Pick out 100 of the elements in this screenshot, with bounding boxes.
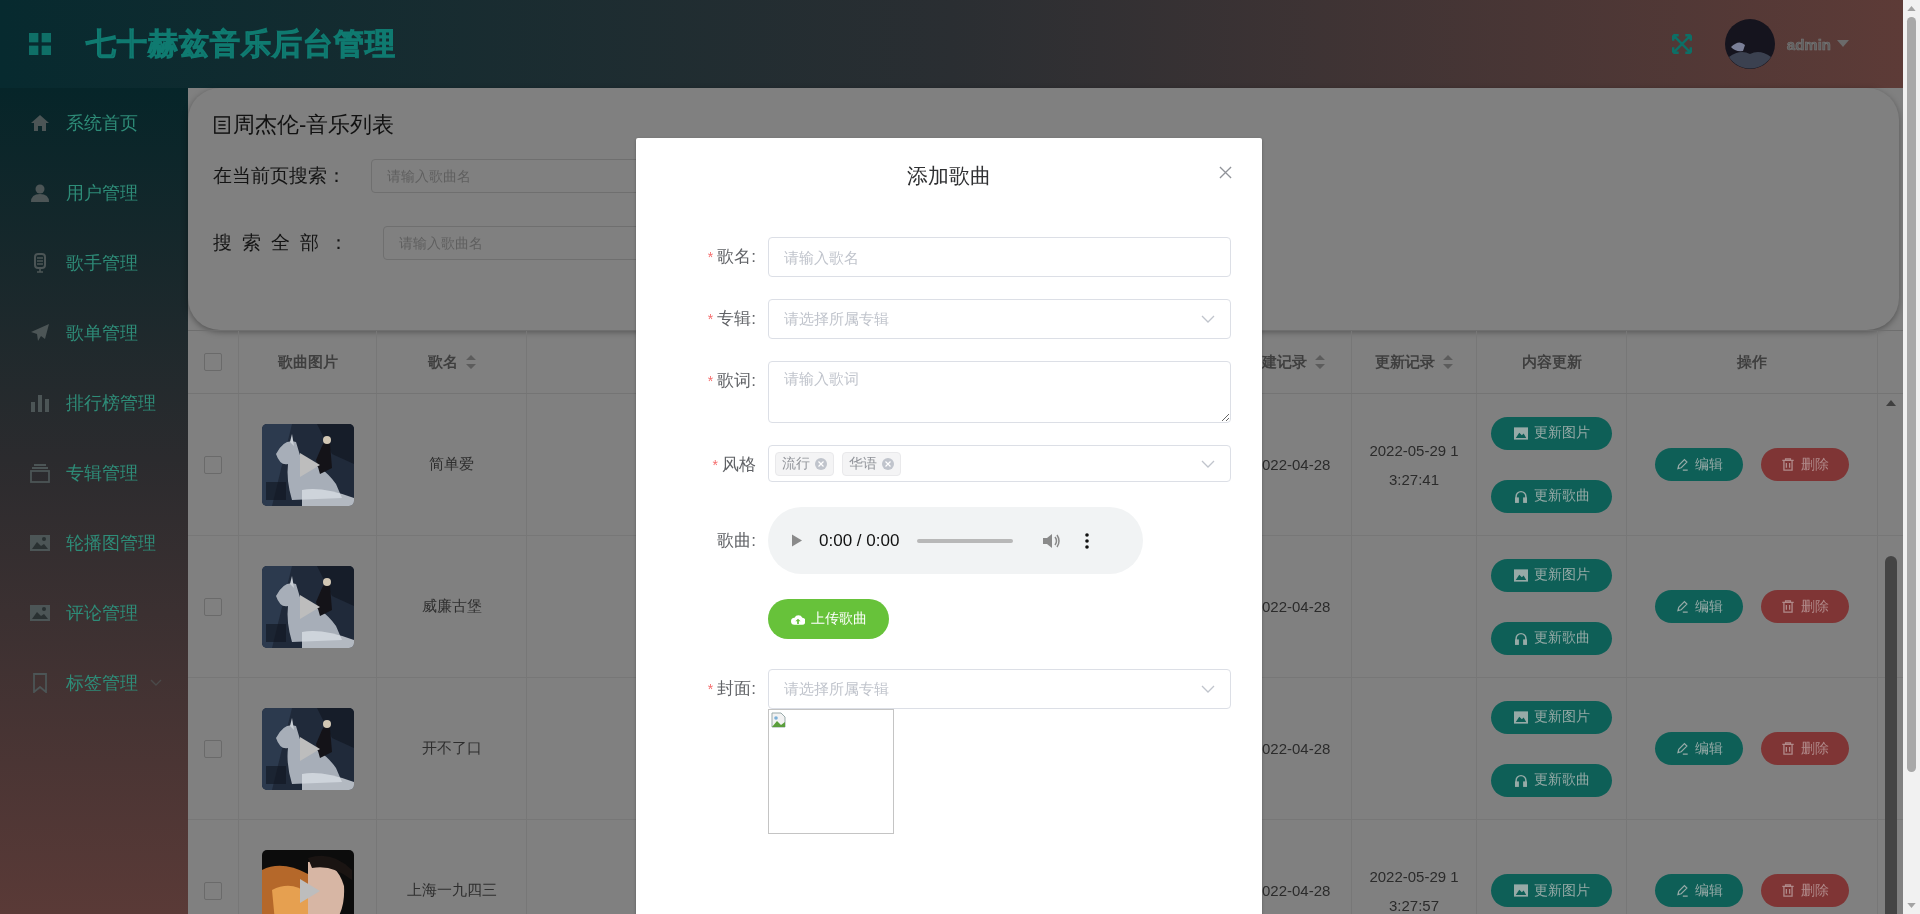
edit-button[interactable]: 编辑: [1655, 448, 1743, 481]
trash-icon: [1781, 742, 1795, 755]
updated-date: 2022-05-29 13:27:41: [1368, 440, 1460, 490]
more-icon[interactable]: [1085, 532, 1090, 549]
update-song-button[interactable]: 更新歌曲: [1491, 763, 1612, 797]
search-label: 在当前页搜索：: [213, 164, 346, 188]
chevron-down-icon: [150, 679, 162, 687]
upload-song-button[interactable]: 上传歌曲: [768, 599, 889, 639]
headphones-icon: [1513, 773, 1528, 787]
song-name: 简单爱: [429, 455, 474, 474]
column-header: 歌名: [427, 352, 458, 372]
grid-menu-icon[interactable]: [29, 33, 51, 55]
pencil-icon: [1675, 742, 1689, 755]
caret-down-icon[interactable]: [1837, 40, 1849, 48]
column-header: 歌曲图片: [277, 352, 338, 372]
play-icon[interactable]: [299, 594, 320, 619]
delete-button[interactable]: 删除: [1761, 448, 1849, 481]
play-icon[interactable]: [299, 452, 320, 477]
headphones-icon: [1513, 631, 1528, 645]
page-scrollbar[interactable]: [1903, 0, 1920, 914]
update-image-button[interactable]: 更新图片: [1491, 700, 1612, 734]
avatar[interactable]: [1724, 19, 1775, 69]
required-mark: *: [707, 310, 714, 329]
update-image-button[interactable]: 更新图片: [1491, 416, 1612, 450]
sidebar-item[interactable]: 排行榜管理: [0, 368, 188, 438]
image-icon: [1513, 884, 1528, 897]
image-icon: [1513, 426, 1528, 440]
field-label: 专辑:: [717, 308, 756, 330]
search-label: 搜索全部：: [213, 231, 358, 255]
song-name: 威廉古堡: [421, 597, 482, 616]
broken-image-icon: [771, 712, 787, 728]
delete-button[interactable]: 删除: [1761, 874, 1849, 907]
field-label: 风格: [722, 454, 756, 476]
cloud-upload-icon: [790, 613, 805, 625]
sidebar-item[interactable]: 歌手管理: [0, 228, 188, 298]
sidebar-item[interactable]: 用户管理: [0, 158, 188, 228]
chevron-down-icon[interactable]: [1201, 459, 1215, 468]
trash-icon: [1781, 600, 1795, 613]
home-icon: [30, 113, 50, 133]
required-mark: *: [707, 680, 714, 699]
song-name: 开不了口: [421, 739, 482, 758]
trash-icon: [1781, 884, 1795, 897]
updated-date: 2022-05-29 13:27:57: [1368, 866, 1460, 914]
dialog-title: 添加歌曲: [907, 164, 991, 187]
sidebar-item[interactable]: 评论管理: [0, 578, 188, 648]
edit-button[interactable]: 编辑: [1655, 590, 1743, 623]
sort-icon[interactable]: [1315, 355, 1325, 369]
headphones-icon: [1513, 489, 1528, 503]
play-icon[interactable]: [299, 736, 320, 761]
update-image-button[interactable]: 更新图片: [1491, 874, 1612, 907]
scroll-down-icon[interactable]: [1907, 903, 1916, 908]
update-song-button[interactable]: 更新歌曲: [1491, 621, 1612, 655]
column-header: 操作: [1737, 352, 1767, 372]
update-image-button[interactable]: 更新图片: [1491, 558, 1612, 592]
chevron-down-icon[interactable]: [1201, 685, 1215, 693]
created-date: 022-04-28: [1262, 740, 1331, 757]
remove-tag-icon[interactable]: [815, 457, 827, 470]
field-label: 歌曲:: [717, 530, 756, 552]
bar-chart-icon: [30, 393, 50, 413]
scroll-up-icon[interactable]: [1886, 400, 1896, 406]
remove-tag-icon[interactable]: [882, 457, 894, 470]
bookmark-icon: [30, 673, 50, 693]
progress-track[interactable]: [917, 538, 1014, 543]
pencil-icon: [1675, 458, 1689, 471]
lyrics-field[interactable]: 请输入歌词: [768, 361, 1231, 423]
sidebar-item[interactable]: 标签管理: [0, 648, 188, 718]
song-name-field[interactable]: 请输入歌名: [768, 237, 1231, 277]
delete-button[interactable]: 删除: [1761, 590, 1849, 623]
select-field[interactable]: 请选择所属专辑: [768, 669, 1231, 709]
volume-icon[interactable]: [1043, 532, 1062, 549]
chevron-down-icon[interactable]: [1201, 315, 1215, 323]
tickets-icon: [213, 115, 231, 135]
delete-button[interactable]: 删除: [1761, 732, 1849, 765]
user-name[interactable]: admin: [1786, 35, 1831, 53]
tag: 流行: [775, 451, 834, 476]
sidebar-item[interactable]: 歌单管理: [0, 298, 188, 368]
sidebar-item[interactable]: 轮播图管理: [0, 508, 188, 578]
created-date: 022-04-28: [1262, 598, 1331, 615]
paper-plane-icon: [30, 323, 50, 343]
style-select[interactable]: 流行 华语: [768, 445, 1231, 482]
stack-icon: [30, 463, 50, 483]
image-icon: [1513, 710, 1528, 724]
image-icon: [1513, 568, 1528, 582]
image-icon: [30, 533, 50, 553]
user-icon: [30, 183, 50, 203]
select-field[interactable]: 请选择所属专辑: [768, 299, 1231, 339]
scroll-up-icon[interactable]: [1907, 6, 1916, 11]
required-mark: *: [707, 372, 714, 391]
sidebar-item[interactable]: 专辑管理: [0, 438, 188, 508]
sort-icon[interactable]: [1443, 355, 1453, 369]
sort-icon[interactable]: [465, 355, 476, 369]
close-icon[interactable]: [1219, 166, 1232, 179]
fullscreen-icon[interactable]: [1670, 33, 1693, 55]
created-date: 022-04-28: [1262, 882, 1331, 899]
update-song-button[interactable]: 更新歌曲: [1491, 479, 1612, 513]
image-icon: [30, 603, 50, 623]
edit-button[interactable]: 编辑: [1655, 732, 1743, 765]
sidebar-item[interactable]: 系统首页: [0, 88, 188, 158]
edit-button[interactable]: 编辑: [1655, 874, 1743, 907]
field-label: 歌词:: [717, 370, 756, 392]
